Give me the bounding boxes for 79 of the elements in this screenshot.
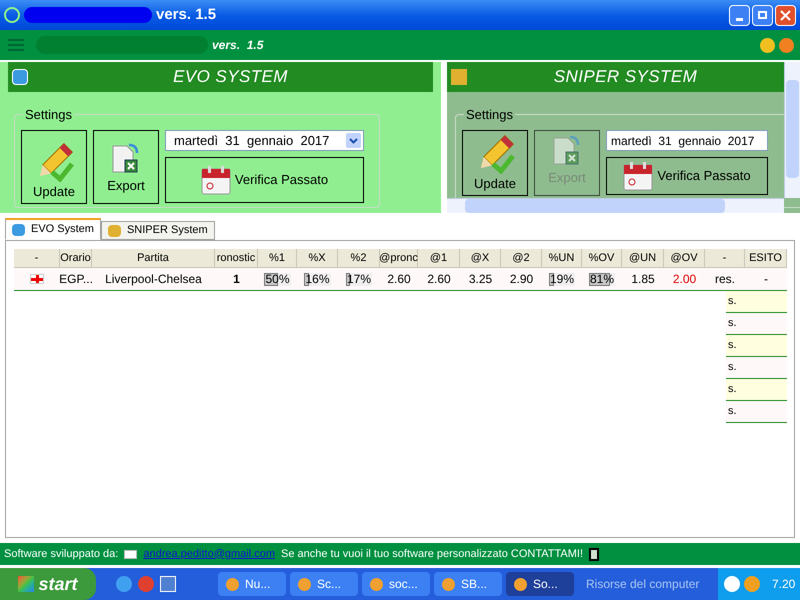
window-title: vers. 1.5 [156,4,216,25]
table-cell: s. [726,357,787,379]
close-icon [780,10,791,20]
menu-icon[interactable] [8,39,24,51]
table-cell: s. [726,291,787,313]
column-header[interactable]: @1 [418,249,460,267]
column-header[interactable]: %X [297,249,338,267]
percentage-value: 16% [304,271,331,288]
taskbar-task[interactable]: soc... [362,572,430,596]
percentage-value: 17% [346,271,372,288]
column-header[interactable]: %2 [338,249,380,267]
table-cell: s. [726,401,787,423]
table-cell-text: EGP... [60,271,92,288]
calendar-icon [200,165,231,195]
horizontal-scrollbar[interactable] [447,198,784,213]
minimize-icon [736,18,743,20]
column-header[interactable]: @pronc [380,249,418,267]
start-button[interactable]: start [0,568,96,600]
restore-button[interactable] [752,4,773,26]
panel-title: SNIPER SYSTEM [552,66,698,88]
document-icon [589,548,599,560]
table-cell-text: 2.90 [508,271,534,288]
column-header[interactable]: Partita [92,249,215,267]
column-header[interactable]: - [705,249,745,267]
table-cell-text: Liverpool-Chelsea [104,271,203,288]
minimize-button[interactable] [729,4,750,26]
england-flag-icon [30,274,44,284]
column-header[interactable]: ESITO [745,249,787,267]
update-button[interactable]: Update [462,130,528,196]
vertical-scrollbar[interactable] [784,62,800,198]
percentage-value: 50% [264,271,291,288]
update-button[interactable]: Update [21,130,87,204]
table-cell: s. [726,335,787,357]
column-header[interactable]: %UN [542,249,582,267]
close-button[interactable] [775,4,796,26]
column-header[interactable]: @OV [664,249,705,267]
table-cell-text: - [763,271,769,288]
export-button[interactable]: Export [93,130,159,204]
date-picker[interactable]: martedì 31 gennaio 2017 [606,130,768,151]
clock: 7.20 [772,576,796,593]
column-header[interactable]: Orario [60,249,92,267]
table-cell: s. [726,313,787,335]
column-header[interactable]: %1 [258,249,297,267]
header-version: vers. 1.5 [212,37,264,54]
restore-icon [758,11,767,19]
table-cell-text: res. [714,271,736,288]
taskbar-task[interactable]: SB... [434,572,502,596]
contact-message: Se anche tu vuoi il tuo software personalizzato CONTATTAMI! [280,546,583,562]
column-header[interactable]: %OV [582,249,622,267]
taskbar-task[interactable]: Nu... [218,572,286,596]
address-toolbar: Risorse del computer [586,575,700,593]
spreadsheet-export-icon [552,134,582,168]
panel-title: EVO SYSTEM [172,66,289,88]
percentage-value: 81% [588,271,616,288]
taskbar-task[interactable]: Sc... [290,572,358,596]
verify-past-button[interactable]: Verifica Passato [165,157,364,203]
table-cell-text: 2.60 [386,271,412,288]
column-header[interactable]: @UN [622,249,664,267]
table-cell-text: 2.60 [426,271,452,288]
table-cell-text: 1.85 [630,271,656,288]
verify-past-button[interactable]: Verifica Passato [606,157,768,195]
table-cell-text: 1 [232,271,241,288]
table-cell-text: 3.25 [468,271,494,288]
date-picker[interactable]: martedì 31 gennaio 2017 [165,130,364,151]
tab[interactable]: SNIPER System [100,221,215,240]
table-cell: s. [726,379,787,401]
calendar-icon [623,161,654,191]
tab[interactable]: EVO System [5,218,101,240]
developer-label: Software sviluppato da: [4,546,118,562]
column-header[interactable]: ronostic [215,249,258,267]
column-header[interactable]: @2 [501,249,542,267]
column-header[interactable]: @X [460,249,501,267]
taskbar-task[interactable]: So... [506,572,574,596]
mail-icon [124,550,138,558]
table-cell-text: 2.00 [672,271,698,288]
percentage-value: 19% [548,271,576,288]
windows-logo-icon [18,576,34,592]
spreadsheet-export-icon [111,142,141,176]
column-header[interactable]: - [14,249,60,267]
